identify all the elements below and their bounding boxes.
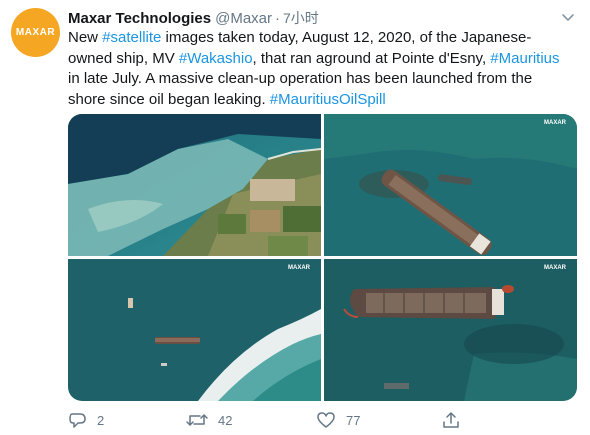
hashtag-wakashio[interactable]: #Wakashio — [179, 50, 253, 67]
media-grid: MAXAR MAXAR MAXAR — [68, 114, 577, 401]
satellite-image-ship-closeup[interactable]: MAXAR — [324, 259, 577, 401]
satellite-image-ship-wide[interactable]: MAXAR — [324, 114, 577, 256]
reply-count: 2 — [97, 412, 105, 428]
hashtag-mauritius-oil-spill[interactable]: #MauritiusOilSpill — [270, 91, 386, 108]
hashtag-satellite[interactable]: #satellite — [102, 29, 161, 46]
avatar[interactable]: MAXAR — [11, 8, 60, 57]
author-handle[interactable]: @Maxar — [215, 10, 272, 27]
like-count: 77 — [346, 412, 361, 428]
satellite-image-coastline[interactable] — [68, 114, 321, 256]
tweet-header: Maxar Technologies @Maxar · 7小时 — [68, 8, 319, 28]
tweet-text-part: New — [68, 29, 103, 46]
satellite-image-reef-overview[interactable]: MAXAR — [68, 259, 321, 401]
share-icon — [443, 412, 459, 428]
tweet-card: MAXAR Maxar Technologies @Maxar · 7小时 Ne… — [0, 0, 590, 435]
watermark-maxar: MAXAR — [288, 265, 311, 271]
retweet-button[interactable]: 42 — [186, 410, 232, 430]
reply-icon — [69, 413, 86, 428]
retweet-count: 42 — [218, 412, 233, 428]
reply-button[interactable]: 2 — [68, 410, 104, 430]
heart-icon — [317, 412, 335, 428]
watermark-maxar: MAXAR — [544, 265, 567, 271]
author-name[interactable]: Maxar Technologies — [68, 10, 211, 27]
tweet-text: New #satellite images taken today, Augus… — [68, 28, 568, 110]
tweet-text-part: , that ran aground at Pointe d'Esny, — [252, 49, 491, 67]
tweet-time[interactable]: 7小时 — [283, 8, 319, 28]
watermark-maxar: MAXAR — [544, 120, 567, 126]
tweet-actions: 2 42 77 — [68, 410, 488, 430]
share-button[interactable] — [442, 410, 460, 430]
chevron-down-icon — [562, 14, 574, 21]
like-button[interactable]: 77 — [316, 410, 360, 430]
more-options-button[interactable] — [560, 10, 576, 26]
separator-dot: · — [275, 10, 280, 27]
hashtag-mauritius[interactable]: #Mauritius — [490, 50, 559, 67]
retweet-icon — [186, 414, 208, 426]
avatar-logo-text: MAXAR — [15, 27, 56, 38]
